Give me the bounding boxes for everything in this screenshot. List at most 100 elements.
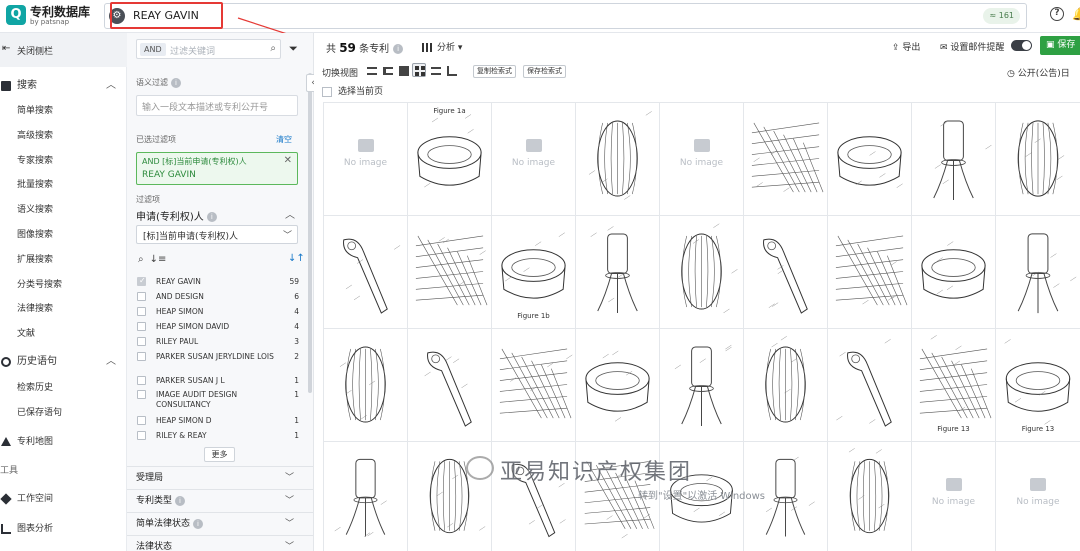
patent-image-cell[interactable] [744, 329, 828, 442]
applicant-checkbox[interactable] [137, 276, 146, 286]
sort-asc-icon[interactable]: ↓≡ [150, 254, 167, 265]
filter-keyword-placeholder[interactable]: 过滤关键词 [170, 44, 215, 57]
applicant-filter-header[interactable]: 申请(专利权)人 i [136, 208, 217, 223]
image-grid-view-icon[interactable] [412, 63, 426, 77]
filter-group-row[interactable]: 法律状态 ﹀ [127, 535, 313, 551]
chevron-down-icon[interactable]: ﹀ [285, 536, 294, 551]
filter-scrollbar[interactable] [308, 73, 312, 393]
more-applicants-button[interactable]: 更多 [204, 447, 235, 462]
main-search-bar[interactable]: ⚙ REAY GAVIN ≈ 161 [104, 3, 1027, 29]
patent-image-cell[interactable] [912, 103, 996, 216]
patent-image-cell[interactable] [660, 216, 744, 329]
semantic-filter-input[interactable]: 输入一段文本描述或专利公开号 [136, 95, 298, 116]
patent-image-cell[interactable]: No image [660, 103, 744, 216]
clear-filters-link[interactable]: 清空 [276, 134, 292, 145]
patent-image-cell[interactable]: Figure 1a [408, 103, 492, 216]
search-icon[interactable]: ⌕ [138, 254, 144, 265]
patent-image-cell[interactable] [996, 103, 1080, 216]
nav-search-item[interactable]: 法律搜索 [17, 301, 53, 314]
nav-history-item[interactable]: 已保存语句 [17, 405, 62, 418]
nav-search-item[interactable]: 分类号搜索 [17, 277, 62, 290]
patent-image-cell[interactable] [744, 103, 828, 216]
select-current-page[interactable]: 选择当前页 [322, 84, 383, 97]
logo-icon[interactable]: Q [6, 5, 26, 25]
patent-image-cell[interactable]: No image [324, 103, 408, 216]
nav-search-item[interactable]: 图像搜索 [17, 227, 53, 240]
nav-search-item[interactable]: 简单搜索 [17, 103, 53, 116]
close-icon[interactable]: ✕ [284, 155, 292, 166]
split-view-icon[interactable] [428, 63, 442, 77]
save-button[interactable]: ▣ 保存 [1040, 36, 1080, 55]
applicant-checkbox[interactable] [137, 292, 146, 301]
patent-image-cell[interactable] [324, 216, 408, 329]
nav-history-item[interactable]: 检索历史 [17, 380, 53, 393]
save-query-button[interactable]: 保存检索式 [523, 65, 566, 78]
applicant-checkbox[interactable] [137, 416, 146, 425]
patent-image-cell[interactable] [744, 216, 828, 329]
patent-image-cell[interactable] [324, 329, 408, 442]
nav-section-search[interactable]: 搜索 ︿ [0, 75, 127, 97]
nav-search-item[interactable]: 语义搜索 [17, 202, 53, 215]
sort-dropdown[interactable]: ◷ 公开(公告)日 [1007, 66, 1070, 79]
patent-image-cell[interactable] [408, 216, 492, 329]
patent-image-cell[interactable] [996, 216, 1080, 329]
funnel-icon[interactable]: ⏷ [289, 42, 298, 56]
nav-search-item[interactable]: 专家搜索 [17, 153, 53, 166]
sort-count-icon[interactable]: ↓↑ [288, 253, 305, 264]
applicant-checkbox[interactable] [137, 322, 146, 331]
patent-image-cell[interactable] [576, 329, 660, 442]
patent-image-cell[interactable]: Figure 1b [492, 216, 576, 329]
applicant-field-select[interactable]: [标]当前申请(专利权)人 ﹀ [136, 225, 298, 244]
mail-alert-setting[interactable]: ✉ 设置邮件提醒 [940, 40, 1004, 53]
filter-group-row[interactable]: 专利类型 i ﹀ [127, 489, 313, 512]
chevron-down-icon[interactable]: ﹀ [285, 490, 294, 512]
copy-query-button[interactable]: 复制检索式 [473, 65, 516, 78]
applicant-checkbox[interactable] [137, 352, 146, 361]
filter-group-row[interactable]: 简单法律状态 i ﹀ [127, 512, 313, 535]
patent-image-cell[interactable] [660, 329, 744, 442]
patent-image-cell[interactable] [912, 216, 996, 329]
chevron-up-icon[interactable]: ︿ [106, 351, 116, 373]
collapse-sidebar-row[interactable]: ⇤ 关闭侧栏 [0, 33, 127, 67]
patent-image-cell[interactable] [828, 103, 912, 216]
mail-alert-toggle[interactable] [1011, 40, 1032, 51]
chevron-up-icon[interactable]: ︿ [106, 75, 116, 97]
selected-filter-chip[interactable]: AND [标]当前申请(专利权)人 REAY GAVIN ✕ [136, 152, 298, 185]
patent-image-cell[interactable]: No image [996, 442, 1080, 551]
nav-section-history[interactable]: 历史语句 ︿ [0, 351, 127, 373]
nav-search-item[interactable]: 批量搜索 [17, 177, 53, 190]
nav-search-item[interactable]: 文献 [17, 326, 35, 339]
applicant-checkbox[interactable] [137, 337, 146, 346]
and-operator-badge[interactable]: AND [140, 43, 166, 56]
applicant-checkbox[interactable] [137, 376, 146, 385]
chevron-up-icon[interactable]: ︿ [285, 206, 295, 221]
nav-workspace[interactable]: 工作空间 [0, 488, 127, 510]
patent-image-cell[interactable] [828, 442, 912, 551]
chevron-down-icon[interactable]: ﹀ [285, 467, 294, 489]
list-view-icon[interactable] [364, 63, 378, 77]
applicant-checkbox[interactable] [137, 307, 146, 316]
detail-list-view-icon[interactable] [380, 63, 394, 77]
filter-group-row[interactable]: 受理局 ﹀ [127, 466, 313, 489]
patent-image-cell[interactable] [828, 216, 912, 329]
patent-image-cell[interactable] [324, 442, 408, 551]
bell-icon[interactable]: 🔔 [1072, 7, 1080, 21]
nav-search-item[interactable]: 扩展搜索 [17, 252, 53, 265]
patent-image-cell[interactable]: No image [912, 442, 996, 551]
chevron-down-icon[interactable]: ﹀ [285, 513, 294, 535]
patent-image-cell[interactable] [492, 329, 576, 442]
patent-image-cell[interactable] [828, 329, 912, 442]
patent-image-cell[interactable] [408, 329, 492, 442]
nav-search-item[interactable]: 高级搜索 [17, 128, 53, 141]
applicant-checkbox[interactable] [137, 431, 146, 440]
patent-image-cell[interactable]: Figure 13 [996, 329, 1080, 442]
nav-chart-analysis[interactable]: 图表分析 [0, 518, 127, 540]
export-button[interactable]: ⇪ 导出 [892, 40, 920, 53]
chart-view-icon[interactable] [444, 63, 458, 77]
image-text-view-icon[interactable] [396, 63, 410, 77]
help-icon[interactable]: ? [1050, 7, 1064, 21]
nav-patent-map[interactable]: 专利地图 [0, 431, 127, 453]
filter-keyword-search[interactable]: AND 过滤关键词 ⌕ [136, 39, 281, 59]
analysis-dropdown[interactable]: 分析 ▾ [422, 40, 462, 53]
patent-image-cell[interactable] [576, 216, 660, 329]
